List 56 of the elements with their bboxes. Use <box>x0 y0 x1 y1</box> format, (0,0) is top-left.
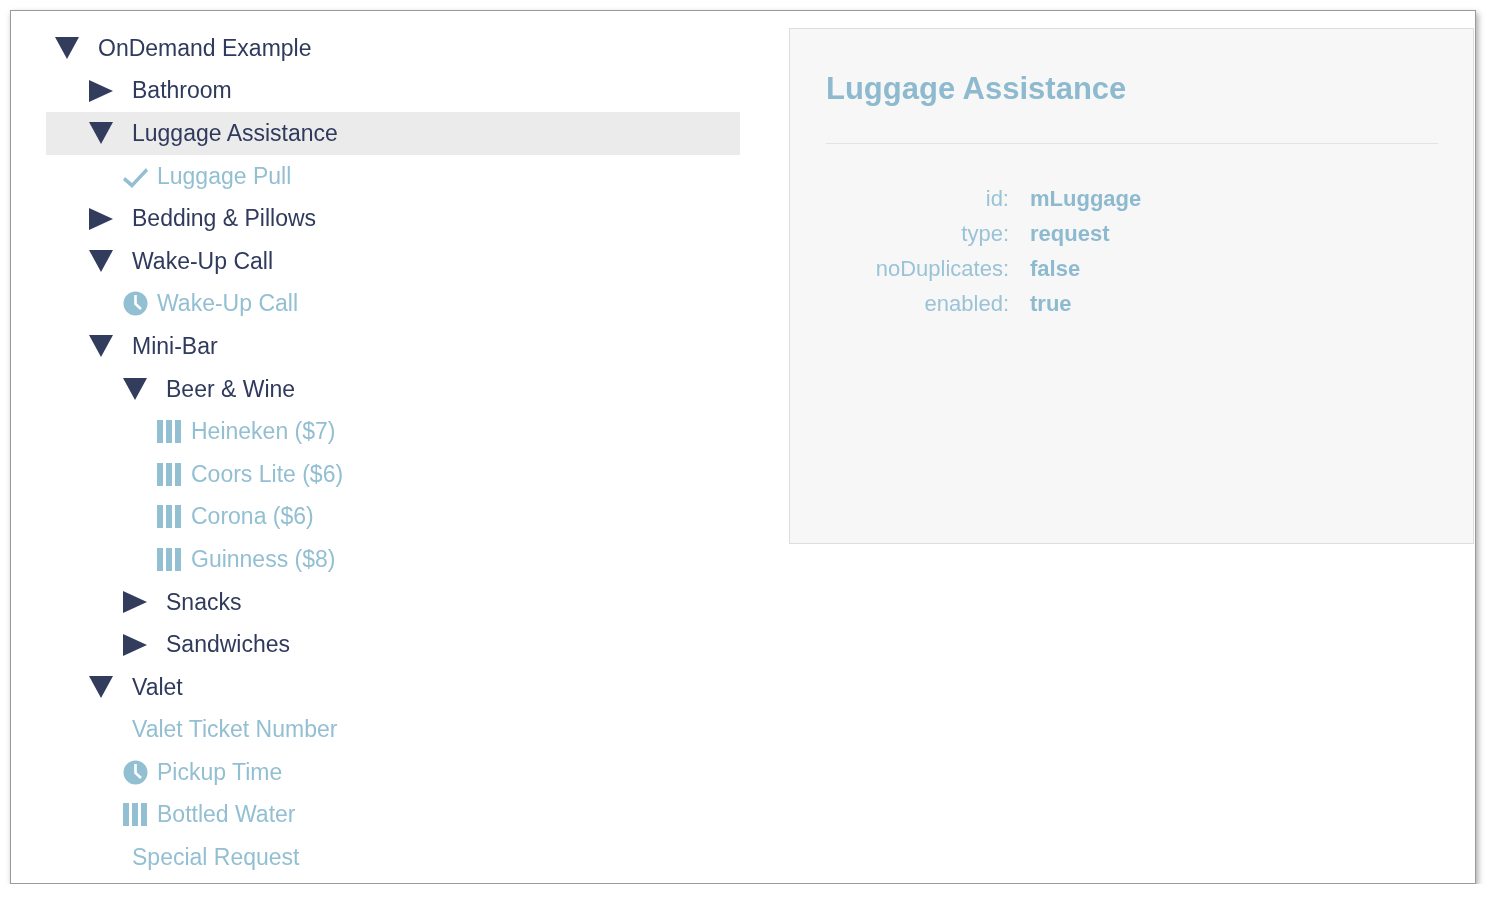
tree-label: Snacks <box>166 588 242 616</box>
tree-label: Bathroom <box>132 77 232 105</box>
collapsed-arrow-icon[interactable] <box>123 633 147 656</box>
tree-label: Beer & Wine <box>166 375 296 403</box>
tree-label: Bottled Water <box>157 801 296 829</box>
tree-label: Special Request <box>131 844 300 872</box>
tree-label: OnDemand Example <box>98 34 312 62</box>
property-value: mLuggage <box>1030 185 1143 213</box>
tree-label: Guinness ($8) <box>191 545 336 573</box>
tree-row[interactable]: Valet <box>55 665 707 709</box>
tree-row[interactable]: Wake-Up Call <box>55 239 707 283</box>
tree-row[interactable]: Bedding & Pillows <box>55 197 707 240</box>
expanded-arrow-icon[interactable] <box>89 250 113 273</box>
property-value: true <box>1030 290 1073 318</box>
bars-icon <box>123 802 148 828</box>
tree-label: Bedding & Pillows <box>132 205 317 233</box>
tree-label: Corona ($6) <box>191 503 314 531</box>
tree-label: Valet Ticket Number <box>131 716 338 744</box>
tree-label: Luggage Pull <box>157 162 292 190</box>
collapsed-arrow-icon[interactable] <box>123 591 147 613</box>
tree-row[interactable]: Beer & Wine <box>55 367 707 411</box>
property-label: type: <box>960 220 1009 248</box>
expanded-arrow-icon[interactable] <box>55 37 79 60</box>
tree-label: Coors Lite ($6) <box>191 460 344 488</box>
tree-label: Sandwiches <box>166 631 291 659</box>
expanded-arrow-icon[interactable] <box>89 676 113 699</box>
tree-label: Heineken ($7) <box>191 418 336 446</box>
collapsed-arrow-icon[interactable] <box>89 207 113 230</box>
tree-label: Valet <box>132 673 183 701</box>
tree-label: Mini-Bar <box>132 332 218 360</box>
collapsed-arrow-icon[interactable] <box>89 79 113 102</box>
tree-row[interactable]: Mini-Bar <box>55 325 707 368</box>
tree-label: Pickup Time <box>157 758 283 786</box>
tree-label: Wake-Up Call <box>132 247 273 275</box>
tree-row[interactable]: Bathroom <box>55 69 707 113</box>
clock-icon <box>123 759 148 785</box>
selected-tree-row[interactable]: Luggage Assistance <box>46 112 740 155</box>
tree-row[interactable]: OnDemand Example <box>55 27 707 70</box>
bars-icon <box>157 504 182 530</box>
bars-icon <box>157 419 182 445</box>
bars-icon <box>157 546 182 572</box>
tree-row[interactable]: Sandwiches <box>55 623 707 666</box>
clock-icon <box>123 291 148 317</box>
property-label: enabled: <box>923 290 1009 318</box>
property-value: request <box>1030 220 1111 248</box>
property-value: false <box>1030 255 1082 283</box>
tree-label: Wake-Up Call <box>157 290 298 318</box>
bars-icon <box>157 461 182 487</box>
tree-label: Luggage Assistance <box>132 120 338 147</box>
expanded-arrow-icon[interactable] <box>89 122 113 145</box>
property-label: noDuplicates: <box>874 255 1009 283</box>
property-label: id: <box>984 185 1009 213</box>
expanded-arrow-icon[interactable] <box>123 378 147 401</box>
details-title: Luggage Assistance <box>826 70 1128 108</box>
tree-row[interactable]: Snacks <box>55 580 707 624</box>
expanded-arrow-icon[interactable] <box>89 335 113 358</box>
